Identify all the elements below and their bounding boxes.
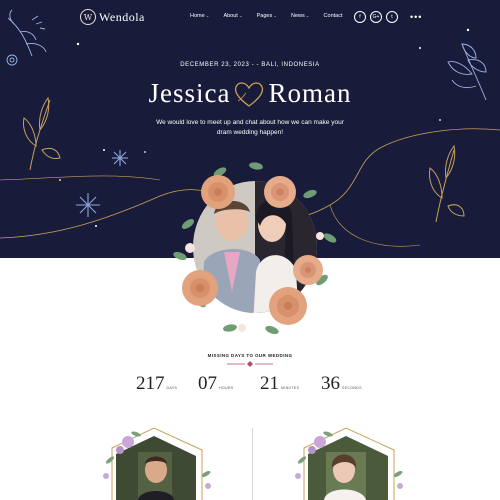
chevron-down-icon: ⌄ [305, 13, 310, 18]
intro-text: We would love to meet up and chat about … [156, 119, 344, 136]
main-menu: Home⌄ About⌄ Pages⌄ News⌄ Contact [190, 13, 357, 19]
brand-logo[interactable]: W Wendola [80, 9, 145, 25]
section-divider [252, 428, 253, 500]
nav-item-label: Pages [256, 13, 273, 19]
nav-item-news[interactable]: News⌄ [291, 13, 310, 19]
chevron-down-icon: ⌄ [205, 13, 210, 18]
nav-item-home[interactable]: Home⌄ [190, 13, 209, 19]
countdown-seconds: 36 SECONDS [321, 373, 362, 395]
nav-item-label: Home [190, 13, 205, 19]
bride-photo-card[interactable] [290, 426, 410, 500]
logo-mark-icon: W [80, 9, 96, 25]
nav-item-label: News [291, 13, 305, 19]
countdown-hours: 07 HOURS [198, 373, 233, 395]
groom-name: Jessica [148, 78, 231, 108]
nav-item-contact[interactable]: Contact [324, 13, 343, 19]
couple-photo-wreath [173, 162, 337, 335]
brand-name: Wendola [99, 9, 145, 24]
countdown-unit: DAYS [166, 386, 178, 390]
nav-item-label: Contact [323, 13, 343, 19]
more-menu-icon[interactable]: ••• [410, 12, 422, 22]
chevron-down-icon: ⌄ [273, 13, 277, 18]
gold-leaf-right [429, 144, 465, 223]
social-links: f G+ t [354, 11, 402, 23]
couple-names: Jessica Roman [0, 78, 500, 109]
countdown-value: 217 [136, 373, 165, 394]
gold-ribbon-line-2 [0, 175, 161, 181]
chevron-down-icon: ⌄ [238, 13, 243, 18]
countdown-unit: SECONDS [342, 386, 362, 390]
facebook-icon[interactable]: f [354, 11, 366, 23]
snowflake-icon [112, 150, 128, 166]
top-navigation: W Wendola Home⌄ About⌄ Pages⌄ News⌄ Cont… [0, 0, 500, 34]
countdown-value: 07 [198, 373, 217, 394]
countdown-unit: MINUTES [281, 386, 300, 390]
countdown-minutes: 21 MINUTES [260, 373, 299, 395]
heart-icon [235, 81, 264, 107]
twitter-icon[interactable]: t [386, 11, 398, 23]
countdown-days: 217 DAYS [136, 373, 177, 395]
google-plus-icon[interactable]: G+ [370, 11, 382, 23]
countdown-value: 21 [260, 373, 279, 394]
nav-item-label: About [223, 13, 238, 19]
nav-item-pages[interactable]: Pages⌄ [257, 13, 277, 19]
countdown-title: MISSING DAYS TO OUR WEDDING [207, 353, 293, 358]
ornament-divider-icon [227, 361, 273, 367]
groom-photo-card[interactable] [98, 426, 218, 500]
event-date-location: DECEMBER 23, 2023 - - BALI, INDONESIA [180, 62, 320, 68]
countdown-unit: HOURS [219, 386, 234, 390]
countdown-value: 36 [321, 373, 340, 394]
nav-item-about[interactable]: About⌄ [223, 13, 242, 19]
snowflake-icon [76, 193, 100, 217]
bride-name: Roman [268, 78, 352, 108]
